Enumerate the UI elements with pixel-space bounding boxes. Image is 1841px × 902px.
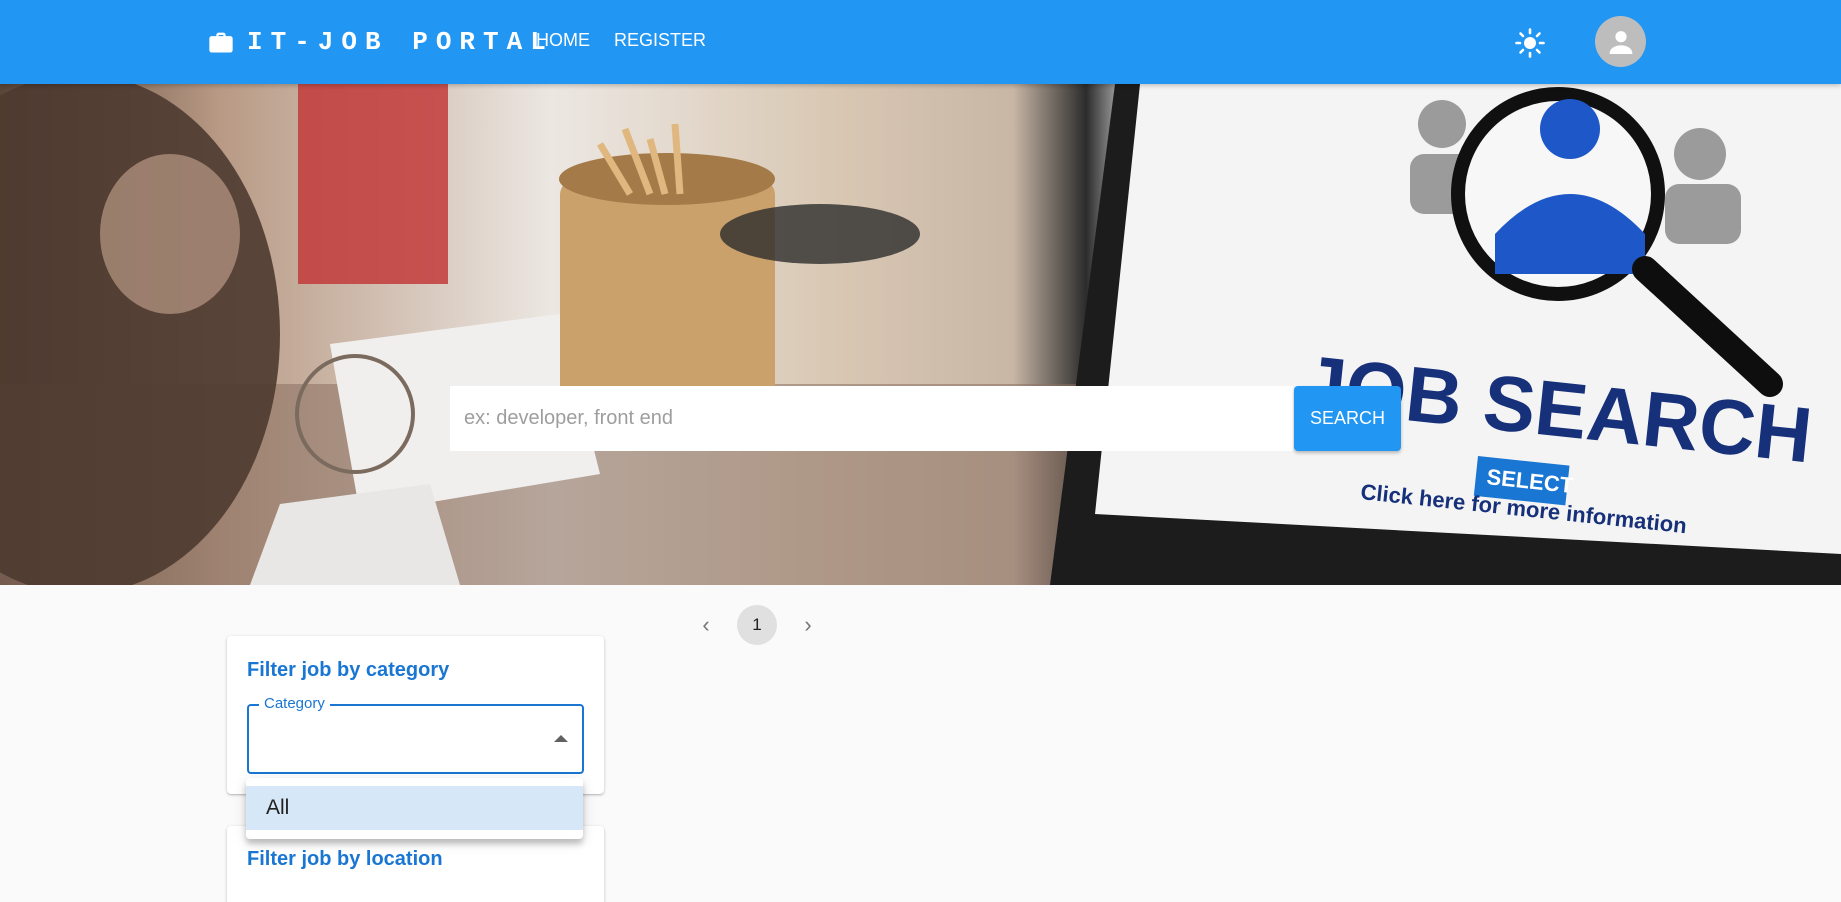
pagination: ‹ 1 › — [693, 605, 821, 645]
sun-icon[interactable] — [1514, 27, 1546, 59]
category-dropdown-menu: All — [246, 778, 583, 839]
search-button[interactable]: SEARCH — [1294, 386, 1401, 451]
category-filter-title: Filter job by category — [247, 659, 450, 681]
category-filter-card: Filter job by category Category — [227, 636, 604, 794]
chevron-left-icon[interactable]: ‹ — [693, 612, 719, 638]
app-bar: IT-JOB PORTAL HOME REGISTER — [0, 0, 1841, 84]
hero-background-image: JOB SEARCH SELECT Click here for more in… — [0, 84, 1841, 585]
category-option-all[interactable]: All — [246, 786, 583, 830]
hero-banner: JOB SEARCH SELECT Click here for more in… — [0, 84, 1841, 585]
nav-register-link[interactable]: REGISTER — [614, 30, 706, 51]
person-icon — [1609, 30, 1632, 54]
arrow-up-icon — [554, 735, 568, 742]
brand-title: IT-JOB PORTAL — [247, 27, 554, 57]
category-select[interactable]: Category — [247, 695, 584, 774]
location-filter-title: Filter job by location — [247, 848, 443, 870]
search-input[interactable] — [450, 386, 1293, 451]
chevron-right-icon[interactable]: › — [795, 612, 821, 638]
main-nav: HOME REGISTER — [536, 30, 706, 51]
briefcase-icon — [209, 32, 233, 53]
brand[interactable]: IT-JOB PORTAL — [207, 26, 554, 58]
page-button-current[interactable]: 1 — [737, 605, 777, 645]
nav-home-link[interactable]: HOME — [536, 30, 590, 51]
category-select-label: Category — [259, 695, 330, 712]
avatar[interactable] — [1595, 16, 1646, 67]
